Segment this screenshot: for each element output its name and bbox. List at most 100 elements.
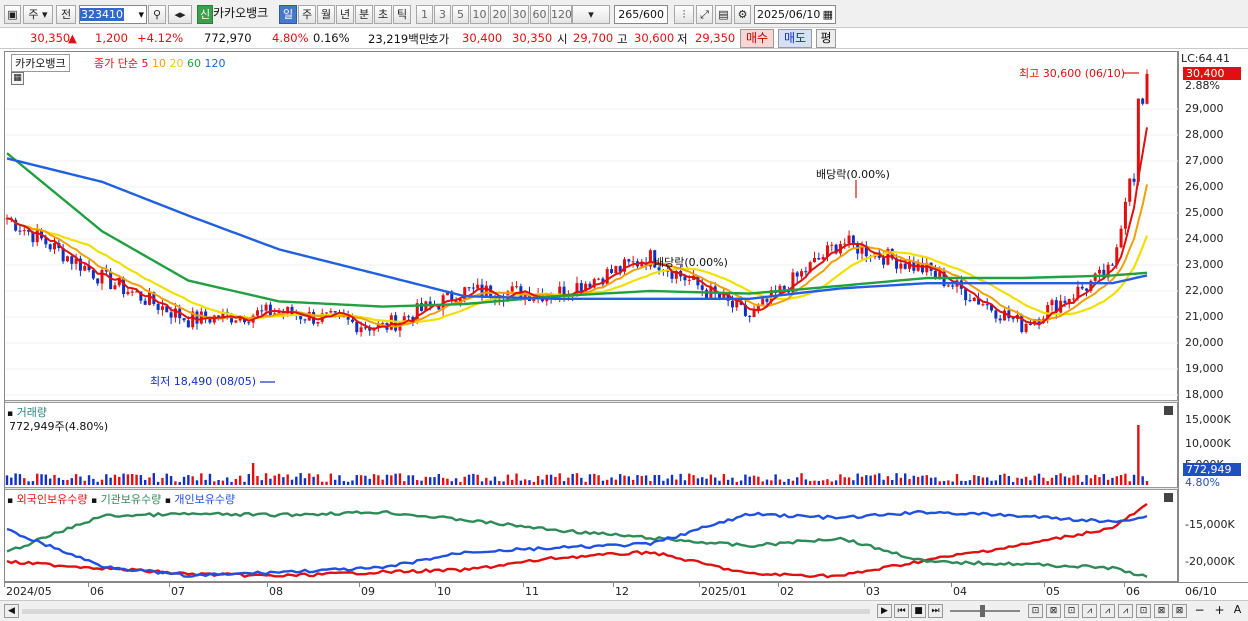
candle[interactable] <box>964 288 968 301</box>
volume-bar[interactable] <box>541 479 544 485</box>
candle[interactable] <box>363 327 367 329</box>
candle[interactable] <box>899 263 903 269</box>
candle[interactable] <box>683 276 687 281</box>
candle[interactable] <box>1123 201 1127 229</box>
volume-bar[interactable] <box>359 475 363 485</box>
candle[interactable] <box>264 304 268 311</box>
candle[interactable] <box>1141 98 1145 104</box>
volume-bar[interactable] <box>618 474 622 485</box>
volume-bar[interactable] <box>303 478 307 485</box>
candle[interactable] <box>268 304 272 316</box>
volume-bar[interactable] <box>135 474 138 485</box>
candle[interactable] <box>882 257 886 265</box>
candle[interactable] <box>1063 300 1067 303</box>
volume-bar[interactable] <box>23 478 26 485</box>
volume-bar[interactable] <box>947 480 950 485</box>
volume-bar[interactable] <box>545 474 548 485</box>
pattern-icon-5[interactable]: ⩘ <box>1100 604 1115 618</box>
volume-bar[interactable] <box>791 480 795 485</box>
volume-bar[interactable] <box>878 473 881 485</box>
volume-bar[interactable] <box>744 474 747 485</box>
volume-bar[interactable] <box>973 475 976 485</box>
candle[interactable] <box>700 285 704 290</box>
volume-bar[interactable] <box>5 475 9 485</box>
save-icon[interactable]: ▤ <box>715 5 732 24</box>
pattern-icon-6[interactable]: ⩘ <box>1118 604 1133 618</box>
volume-bar[interactable] <box>722 473 726 485</box>
volume-bar[interactable] <box>588 474 592 485</box>
candle[interactable] <box>951 285 955 287</box>
volume-bar[interactable] <box>27 481 30 485</box>
candle[interactable] <box>748 315 752 318</box>
volume-bar[interactable] <box>783 481 786 485</box>
volume-bar[interactable] <box>580 477 583 485</box>
candle[interactable] <box>1098 269 1101 274</box>
period-tab-1[interactable]: 주 <box>298 5 316 24</box>
pattern-icon-7[interactable]: ⊡ <box>1136 604 1151 618</box>
volume-bar[interactable] <box>830 481 833 485</box>
pattern-icon-4[interactable]: ⩘ <box>1082 604 1097 618</box>
sell-button[interactable]: 매도 <box>778 29 812 48</box>
volume-bar[interactable] <box>705 478 708 485</box>
volume-bar[interactable] <box>998 474 1002 485</box>
candle[interactable] <box>182 318 186 321</box>
volume-bar[interactable] <box>450 481 453 485</box>
volume-bar[interactable] <box>986 477 989 485</box>
volume-bar[interactable] <box>895 473 898 485</box>
volume-bar[interactable] <box>109 477 112 485</box>
stock-code-input[interactable]: 323410 ▾ <box>79 5 147 24</box>
volume-bar[interactable] <box>221 480 225 485</box>
period-tab-3[interactable]: 년 <box>336 5 354 24</box>
volume-bar[interactable] <box>955 474 959 485</box>
volume-bar[interactable] <box>1033 475 1036 485</box>
minute-tab-5[interactable]: 5 <box>452 5 469 24</box>
candle[interactable] <box>48 244 52 250</box>
candle[interactable] <box>325 312 329 314</box>
candle[interactable] <box>65 256 69 262</box>
candle[interactable] <box>1011 318 1015 320</box>
volume-bar[interactable] <box>757 476 760 485</box>
volume-bar[interactable] <box>368 478 371 485</box>
volume-bar[interactable] <box>1059 473 1062 485</box>
volume-bar[interactable] <box>1024 476 1028 485</box>
volume-bar[interactable] <box>1003 473 1006 485</box>
volume-bar[interactable] <box>821 480 825 485</box>
volume-bar[interactable] <box>342 481 346 485</box>
volume-bar[interactable] <box>929 477 933 485</box>
candle[interactable] <box>350 319 354 322</box>
volume-bar[interactable] <box>977 476 980 485</box>
candle[interactable] <box>1028 323 1032 325</box>
volume-panel-close-icon[interactable] <box>1164 406 1173 415</box>
candle[interactable] <box>515 286 519 288</box>
candle[interactable] <box>817 258 821 260</box>
zoom-in-icon[interactable]: + <box>1212 604 1227 618</box>
holding-legend[interactable]: ▪ 외국인보유수량 ▪ 기관보유수량 ▪ 개인보유수량 <box>7 491 235 507</box>
volume-bar[interactable] <box>718 480 721 485</box>
volume-bar[interactable] <box>701 477 704 485</box>
volume-bar[interactable] <box>921 475 924 485</box>
scroll-left-icon[interactable]: ◀ <box>4 604 19 618</box>
volume-bar[interactable] <box>860 476 864 485</box>
candle[interactable] <box>968 300 972 302</box>
volume-bar[interactable] <box>787 478 790 485</box>
stock-name-tag[interactable]: 카카오뱅크 <box>11 54 70 72</box>
pattern-icon-1[interactable]: ⊡ <box>1028 604 1043 618</box>
volume-bar[interactable] <box>372 474 376 485</box>
volume-bar[interactable] <box>1089 478 1093 485</box>
candle[interactable] <box>83 266 87 271</box>
volume-bar[interactable] <box>562 481 566 485</box>
candle[interactable] <box>1072 298 1076 300</box>
candle[interactable] <box>234 320 238 323</box>
volume-bar[interactable] <box>662 480 665 485</box>
volume-bar[interactable] <box>351 480 354 485</box>
volume-bar[interactable] <box>528 480 531 485</box>
candle[interactable] <box>195 311 199 324</box>
volume-bar[interactable] <box>606 479 609 485</box>
volume-bar[interactable] <box>765 479 769 485</box>
volume-bar[interactable] <box>657 475 661 485</box>
volume-bar[interactable] <box>217 480 220 485</box>
candle[interactable] <box>316 321 320 324</box>
panel-divider-volume[interactable] <box>5 400 1179 403</box>
minute-tab-1[interactable]: 1 <box>416 5 433 24</box>
volume-bar[interactable] <box>584 481 587 485</box>
